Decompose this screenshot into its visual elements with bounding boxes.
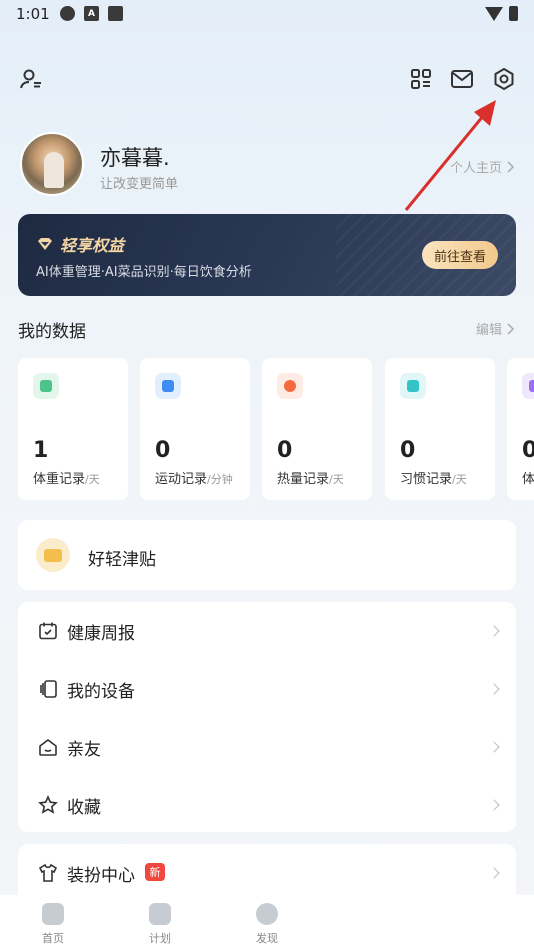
nav-label: 计划 bbox=[149, 932, 171, 945]
vip-title: 轻享权益 bbox=[36, 232, 124, 256]
vip-subtitle: AI体重管理·AI菜品识别·每日饮食分析 bbox=[36, 265, 252, 280]
avatar[interactable] bbox=[20, 132, 84, 196]
data-card-calorie[interactable]: 0 热量记录/天 bbox=[262, 358, 372, 500]
nav-item-home[interactable]: 首页 bbox=[23, 903, 83, 946]
plan-nav-icon bbox=[149, 903, 171, 925]
status-icons-left: A bbox=[60, 6, 123, 21]
menu-item-dress-center[interactable]: 装扮中心 新 bbox=[18, 844, 516, 902]
nav-label: 发现 bbox=[256, 932, 278, 945]
running-icon bbox=[155, 373, 181, 399]
data-card-value: 0 bbox=[400, 438, 416, 463]
data-card-label: 热量记录/天 bbox=[277, 472, 344, 487]
menu-item-label: 收藏 bbox=[67, 797, 101, 818]
homepage-link[interactable]: 个人主页 bbox=[450, 157, 516, 176]
coupon-icon bbox=[36, 538, 70, 572]
mail-icon[interactable] bbox=[449, 66, 475, 92]
data-card-exercise[interactable]: 0 运动记录/分钟 bbox=[140, 358, 250, 500]
menu-item-label: 我的设备 bbox=[67, 681, 135, 702]
chevron-right-icon bbox=[488, 799, 500, 811]
chevron-right-icon bbox=[488, 625, 500, 637]
data-cards-row: 1 体重记录/天 0 运动记录/分钟 0 热量记录/天 0 习惯记录/天 0 体 bbox=[18, 358, 534, 500]
username: 亦暮暮. bbox=[100, 146, 170, 170]
status-icons-right bbox=[485, 6, 518, 21]
chevron-right-icon bbox=[507, 160, 515, 173]
menu-list: 健康周报 我的设备 亲友 收藏 bbox=[18, 602, 516, 832]
menu-item-label: 装扮中心 bbox=[67, 865, 135, 886]
menu-item-label: 亲友 bbox=[67, 739, 101, 760]
scan-grid-icon[interactable] bbox=[408, 66, 434, 92]
new-badge: 新 bbox=[145, 863, 165, 881]
square-status-icon bbox=[108, 6, 123, 21]
data-card-label: 习惯记录/天 bbox=[400, 472, 467, 487]
edit-label: 编辑 bbox=[475, 323, 502, 338]
data-card-value: 0 bbox=[277, 438, 293, 463]
my-data-edit-link[interactable]: 编辑 bbox=[476, 319, 516, 338]
wifi-icon bbox=[485, 6, 503, 21]
data-card-value: 0 bbox=[522, 438, 534, 463]
menu-item-family[interactable]: 亲友 bbox=[18, 718, 516, 776]
data-card-weight[interactable]: 1 体重记录/天 bbox=[18, 358, 128, 500]
body-icon bbox=[522, 373, 534, 399]
nav-item-plan[interactable]: 计划 bbox=[130, 903, 190, 946]
annotation-arrow bbox=[404, 100, 496, 211]
diamond-icon bbox=[38, 238, 52, 250]
home-nav-icon bbox=[42, 903, 64, 925]
nav-item-discover[interactable]: 发现 bbox=[237, 903, 297, 946]
chevron-right-icon bbox=[488, 867, 500, 879]
calendar-icon bbox=[38, 621, 58, 641]
my-data-title: 我的数据 bbox=[18, 322, 86, 342]
weight-icon bbox=[33, 373, 59, 399]
status-time: 1:01 bbox=[16, 5, 50, 23]
data-card-body[interactable]: 0 体 bbox=[507, 358, 534, 500]
device-icon bbox=[38, 679, 58, 699]
data-card-label: 体 bbox=[522, 472, 534, 487]
data-card-label: 运动记录/分钟 bbox=[155, 472, 233, 487]
data-card-value: 1 bbox=[33, 438, 49, 463]
home-icon bbox=[38, 737, 58, 757]
menu-item-health-report[interactable]: 健康周报 bbox=[18, 602, 516, 660]
settings-icon[interactable] bbox=[491, 66, 517, 92]
bottom-nav: 首页 计划 发现 bbox=[0, 895, 534, 950]
habit-icon bbox=[400, 373, 426, 399]
vip-title-text: 轻享权益 bbox=[60, 236, 125, 255]
flame-icon bbox=[277, 373, 303, 399]
settings-status-icon bbox=[60, 6, 75, 21]
battery-icon bbox=[509, 6, 518, 21]
user-subtitle: 让改变更简单 bbox=[100, 177, 179, 192]
discover-nav-icon bbox=[256, 903, 278, 925]
profile-switch-icon[interactable] bbox=[18, 66, 44, 92]
data-card-value: 0 bbox=[155, 438, 171, 463]
nav-label: 首页 bbox=[42, 932, 64, 945]
menu-item-my-devices[interactable]: 我的设备 bbox=[18, 660, 516, 718]
menu-item-label: 健康周报 bbox=[67, 623, 135, 644]
data-card-habit[interactable]: 0 习惯记录/天 bbox=[385, 358, 495, 500]
dress-center-card: 装扮中心 新 bbox=[18, 844, 516, 902]
data-card-label: 体重记录/天 bbox=[33, 472, 100, 487]
vip-card[interactable]: 轻享权益 AI体重管理·AI菜品识别·每日饮食分析 前往查看 bbox=[18, 214, 516, 296]
status-bar: 1:01 A bbox=[0, 0, 534, 30]
menu-item-favorites[interactable]: 收藏 bbox=[18, 776, 516, 834]
vip-view-button[interactable]: 前往查看 bbox=[422, 241, 498, 269]
shirt-icon bbox=[38, 863, 58, 883]
chevron-right-icon bbox=[488, 683, 500, 695]
chevron-right-icon bbox=[488, 741, 500, 753]
allowance-card[interactable]: 好轻津贴 bbox=[18, 520, 516, 590]
allowance-label: 好轻津贴 bbox=[88, 550, 156, 570]
homepage-link-label: 个人主页 bbox=[449, 161, 502, 176]
a-status-icon: A bbox=[84, 6, 99, 21]
star-icon bbox=[38, 795, 58, 815]
chevron-right-icon bbox=[507, 322, 515, 335]
